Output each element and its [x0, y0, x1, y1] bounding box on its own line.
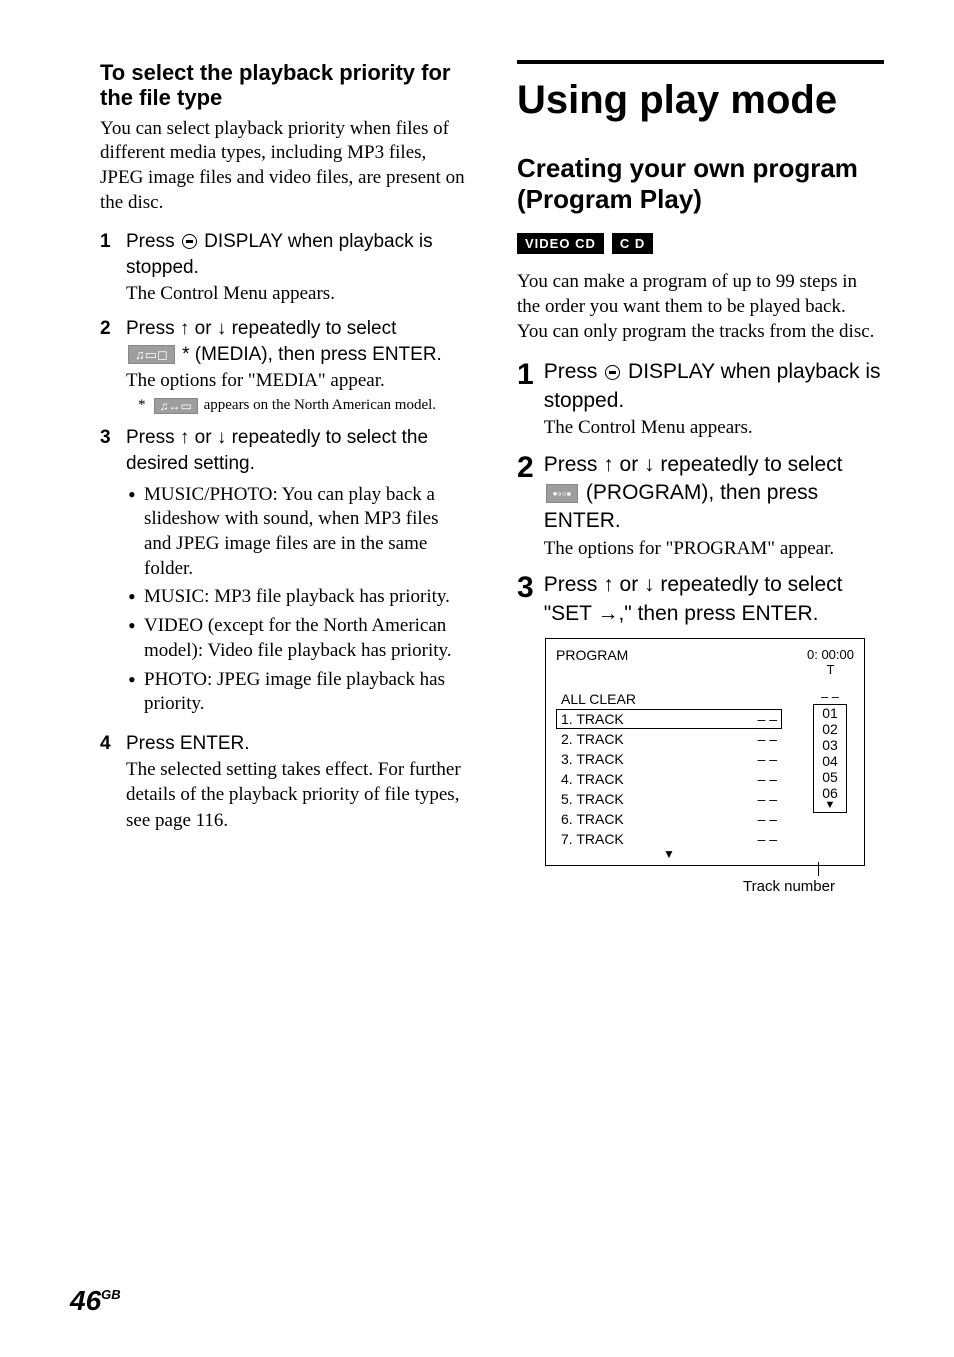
step-number: 3 [517, 571, 534, 628]
program-figure: PROGRAM 0: 00:00 T ALL CLEAR 1. TRACK– –… [545, 638, 865, 895]
badge-cd: C D [612, 233, 653, 254]
program-row: 3. TRACK– – [556, 749, 782, 769]
scroll-down-icon: ▼ [825, 801, 836, 810]
left-intro: You can select playback priority when fi… [100, 117, 467, 216]
media-alt-icon: ♫↔▭ [154, 398, 198, 414]
step-number: 4 [100, 731, 116, 834]
display-icon [605, 365, 620, 380]
bullet-item: VIDEO (except for the North American mod… [126, 614, 467, 663]
program-t-label: T [827, 662, 835, 677]
left-steps: 1 Press DISPLAY when playback is stopped… [100, 229, 467, 833]
program-title: PROGRAM [556, 647, 628, 677]
up-arrow-icon [603, 573, 614, 596]
left-step-1: 1 Press DISPLAY when playback is stopped… [100, 229, 467, 306]
step-number: 3 [100, 425, 116, 720]
down-arrow-icon [217, 318, 227, 339]
track-option: 03 [822, 737, 838, 753]
step-head-text: Press ENTER. [126, 731, 467, 757]
step-sub-text: The Control Menu appears. [544, 415, 884, 441]
step-number: 2 [517, 451, 534, 562]
right-step-3: 3 Press or repeatedly to select "SET ," … [517, 571, 884, 628]
bullet-item: PHOTO: JPEG image file playback has prio… [126, 668, 467, 717]
program-row: 4. TRACK– – [556, 769, 782, 789]
track-option: 01 [822, 705, 838, 721]
program-row: 2. TRACK– – [556, 729, 782, 749]
step-number: 1 [100, 229, 116, 306]
left-step-2: 2 Press or repeatedly to select ♫▭◻ * (M… [100, 316, 467, 415]
program-row-selected: 1. TRACK– – [556, 709, 782, 729]
left-step-3: 3 Press or repeatedly to select the desi… [100, 425, 467, 720]
program-right-top: – – [821, 689, 839, 704]
program-time: 0: 00:00 [807, 647, 854, 662]
badge-video-cd: VIDEO CD [517, 233, 604, 254]
display-icon [182, 234, 197, 249]
program-rows: ALL CLEAR 1. TRACK– – 2. TRACK– – 3. TRA… [556, 689, 782, 861]
down-arrow-icon [644, 573, 655, 596]
step-head-text: Press or repeatedly to select ♫▭◻ * (MED… [126, 316, 467, 367]
right-column: Using play mode Creating your own progra… [517, 60, 884, 899]
up-arrow-icon [603, 453, 614, 476]
media-badges: VIDEO CD C D [517, 233, 884, 254]
step-head-text: Press or repeatedly to select •◦◦▪ (PROG… [544, 451, 884, 536]
step-head-text: Press or repeatedly to select "SET ," th… [544, 571, 884, 628]
step-head-text: Press DISPLAY when playback is stopped. [126, 231, 433, 278]
subsection-title: Creating your own program (Program Play) [517, 153, 884, 215]
track-option: 05 [822, 769, 838, 785]
step-sub-text: The options for "MEDIA" appear. [126, 368, 467, 394]
right-intro-2: You can only program the tracks from the… [517, 320, 884, 345]
up-arrow-icon [180, 318, 190, 339]
down-arrow-icon [217, 427, 227, 448]
callout-line [545, 864, 865, 876]
track-option: 04 [822, 753, 838, 769]
step-sub-text: The Control Menu appears. [126, 281, 467, 307]
right-steps: 1 Press DISPLAY when playback is stopped… [517, 358, 884, 628]
section-rule [517, 60, 884, 64]
program-row: 6. TRACK– – [556, 809, 782, 829]
right-arrow-icon [597, 602, 618, 625]
step-head-text: Press or repeatedly to select the desire… [126, 425, 467, 476]
right-step-1: 1 Press DISPLAY when playback is stopped… [517, 358, 884, 440]
scroll-down-icon: ▼ [556, 847, 782, 861]
step-number: 1 [517, 358, 534, 440]
bullet-item: MUSIC/PHOTO: You can play back a slidesh… [126, 483, 467, 582]
bullet-item: MUSIC: MP3 file playback has priority. [126, 585, 467, 610]
left-column: To select the playback priority for the … [100, 60, 467, 899]
down-arrow-icon [644, 453, 655, 476]
program-icon: •◦◦▪ [546, 484, 578, 503]
program-row: ALL CLEAR [556, 689, 782, 709]
left-step-4: 4 Press ENTER. The selected setting take… [100, 731, 467, 834]
right-step-2: 2 Press or repeatedly to select •◦◦▪ (PR… [517, 451, 884, 562]
page-number: 46GB [70, 1285, 121, 1317]
track-option: 02 [822, 721, 838, 737]
program-row: 7. TRACK– – [556, 829, 782, 849]
media-icon: ♫▭◻ [128, 345, 175, 364]
step-number: 2 [100, 316, 116, 415]
option-bullets: MUSIC/PHOTO: You can play back a slidesh… [126, 483, 467, 717]
program-box: PROGRAM 0: 00:00 T ALL CLEAR 1. TRACK– –… [545, 638, 865, 866]
program-right-list: – – 01 02 03 04 05 06 ▼ [806, 689, 854, 861]
step-sub-text: The selected setting takes effect. For f… [126, 757, 467, 834]
left-heading: To select the playback priority for the … [100, 60, 467, 111]
step-sub-text: The options for "PROGRAM" appear. [544, 536, 884, 562]
step-head-text: Press DISPLAY when playback is stopped. [544, 358, 884, 415]
program-row: 5. TRACK– – [556, 789, 782, 809]
footnote: * ♫↔▭ appears on the North American mode… [138, 395, 467, 415]
chapter-title: Using play mode [517, 78, 884, 123]
figure-caption: Track number [545, 878, 865, 895]
right-intro-1: You can make a program of up to 99 steps… [517, 270, 884, 319]
up-arrow-icon [180, 427, 190, 448]
